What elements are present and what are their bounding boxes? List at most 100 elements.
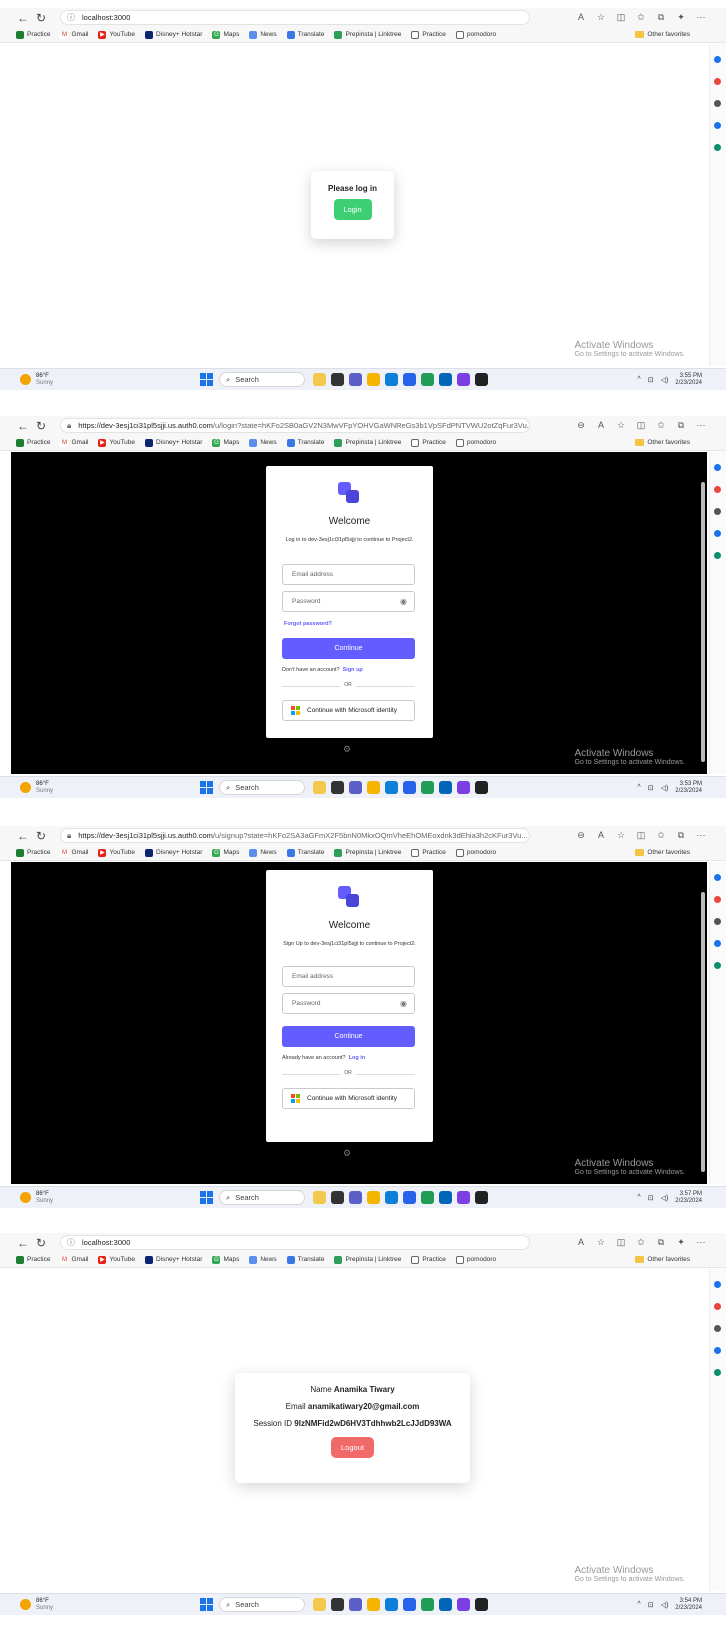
bookmark-item[interactable]: G Maps [212, 30, 239, 39]
eye-icon[interactable]: ◉ [400, 597, 407, 606]
vscode-icon[interactable] [439, 781, 452, 794]
edge-icon[interactable] [385, 373, 398, 386]
forgot-password-link[interactable]: Forgot password? [284, 621, 332, 627]
bookmark-item[interactable]: News [249, 438, 277, 447]
taskbar-search[interactable]: ⌕ Search [219, 372, 305, 387]
back-icon[interactable]: ← [14, 1234, 32, 1252]
favorite-star-icon[interactable]: ☆ [614, 830, 628, 841]
clock[interactable]: 3:57 PM 2/23/2024 [675, 1191, 702, 1205]
url-input[interactable]: ⓘ localhost:3000 [60, 10, 530, 25]
app-icon[interactable] [421, 373, 434, 386]
weather-widget[interactable]: 86°F Sunny [20, 1598, 140, 1612]
sidebar-icon[interactable] [714, 1325, 721, 1332]
bookmark-item[interactable]: Disney+ Hotstar [145, 438, 202, 447]
split-screen-icon[interactable]: ◫ [614, 12, 628, 23]
bookmark-item[interactable]: Practice [16, 848, 50, 857]
taskbar-search[interactable]: ⌕ Search [219, 780, 305, 795]
bookmark-item[interactable]: Prepinsta | Linktree [334, 1255, 401, 1264]
sidebar-icon[interactable] [714, 144, 721, 151]
bookmark-item[interactable]: G Maps [212, 438, 239, 447]
store-icon[interactable] [403, 1191, 416, 1204]
bookmark-item[interactable]: Disney+ Hotstar [145, 30, 202, 39]
sidebar-icon[interactable] [714, 56, 721, 63]
sidebar-icon[interactable] [714, 1303, 721, 1310]
network-icon[interactable]: ⊡ [648, 1601, 654, 1609]
sidebar-icon[interactable] [714, 464, 721, 471]
terminal-icon[interactable] [475, 1191, 488, 1204]
more-icon[interactable]: ⋯ [694, 420, 708, 431]
extensions-icon[interactable]: ✦ [674, 12, 688, 23]
bookmark-item[interactable]: Translate [286, 1255, 324, 1264]
sidebar-icon[interactable] [714, 122, 721, 129]
task-view-icon[interactable] [331, 1191, 344, 1204]
chevron-up-icon[interactable]: ^ [637, 784, 640, 791]
url-input[interactable]: 🔒︎ https://dev-3esj1ci31pl5sjji.us.auth0… [60, 828, 530, 843]
collections-icon[interactable]: ⧉ [674, 830, 688, 841]
sidebar-icon[interactable] [714, 100, 721, 107]
clock[interactable]: 3:53 PM 2/23/2024 [675, 781, 702, 795]
bookmark-item[interactable]: Disney+ Hotstar [145, 848, 202, 857]
start-icon[interactable] [200, 1598, 213, 1611]
volume-icon[interactable]: ◁) [661, 1601, 669, 1609]
bookmark-item[interactable]: ▶ YouTube [98, 438, 135, 447]
widgets-icon[interactable] [313, 781, 326, 794]
sidebar-icon[interactable] [714, 508, 721, 515]
logout-button[interactable]: Logout [331, 1437, 374, 1458]
settings-gear-icon[interactable]: ⚙ [343, 744, 351, 755]
signup-link[interactable]: Sign up [343, 667, 363, 673]
app-icon[interactable] [457, 373, 470, 386]
favorites-icon[interactable]: ✩ [634, 12, 648, 23]
bookmark-item[interactable]: ▶ YouTube [98, 30, 135, 39]
sidebar-icon[interactable] [714, 896, 721, 903]
bookmark-item[interactable]: Prepinsta | Linktree [334, 848, 401, 857]
lock-icon[interactable]: 🔒︎ [67, 421, 71, 431]
file-explorer-icon[interactable] [367, 1598, 380, 1611]
bookmark-item[interactable]: Practice [16, 30, 50, 39]
app-icon[interactable] [421, 1598, 434, 1611]
more-icon[interactable]: ⋯ [694, 12, 708, 23]
other-favorites[interactable]: Other favorites [635, 31, 690, 38]
terminal-icon[interactable] [475, 781, 488, 794]
bookmark-item[interactable]: Disney+ Hotstar [145, 1255, 202, 1264]
eye-icon[interactable]: ◉ [400, 999, 407, 1008]
sidebar-icon[interactable] [714, 530, 721, 537]
refresh-icon[interactable]: ↻ [32, 9, 50, 27]
favorites-icon[interactable]: ✩ [634, 1237, 648, 1248]
volume-icon[interactable]: ◁) [661, 784, 669, 792]
bookmark-item[interactable]: Practice [411, 1255, 446, 1264]
info-icon[interactable]: ⓘ [67, 1237, 75, 1248]
file-explorer-icon[interactable] [367, 781, 380, 794]
bookmark-item[interactable]: Practice [411, 848, 446, 857]
email-field[interactable]: Email address [282, 966, 415, 987]
file-explorer-icon[interactable] [367, 1191, 380, 1204]
more-icon[interactable]: ⋯ [694, 830, 708, 841]
refresh-icon[interactable]: ↻ [32, 827, 50, 845]
vscode-icon[interactable] [439, 373, 452, 386]
terminal-icon[interactable] [475, 1598, 488, 1611]
app-icon[interactable] [457, 1598, 470, 1611]
sidebar-icon[interactable] [714, 874, 721, 881]
chevron-up-icon[interactable]: ^ [637, 1601, 640, 1608]
bookmark-item[interactable]: G Maps [212, 1255, 239, 1264]
bookmark-item[interactable]: News [249, 1255, 277, 1264]
extensions-icon[interactable]: ✦ [674, 1237, 688, 1248]
bookmark-item[interactable]: Prepinsta | Linktree [334, 30, 401, 39]
bookmark-item[interactable]: pomodoro [455, 1255, 496, 1264]
login-link[interactable]: Log in [349, 1055, 366, 1061]
bookmark-item[interactable]: M Gmail [60, 1255, 88, 1264]
scrollbar[interactable] [701, 482, 705, 762]
sidebar-icon[interactable] [714, 962, 721, 969]
collections-icon[interactable]: ⧉ [654, 1237, 668, 1248]
bookmark-item[interactable]: Practice [411, 30, 446, 39]
store-icon[interactable] [403, 373, 416, 386]
vscode-icon[interactable] [439, 1598, 452, 1611]
email-field[interactable]: Email address [282, 564, 415, 585]
bookmark-item[interactable]: Translate [286, 848, 324, 857]
task-view-icon[interactable] [331, 1598, 344, 1611]
favorite-star-icon[interactable]: ☆ [614, 420, 628, 431]
sidebar-icon[interactable] [714, 918, 721, 925]
other-favorites[interactable]: Other favorites [635, 439, 690, 446]
zoom-icon[interactable]: ⊖ [574, 420, 588, 431]
favorites-icon[interactable]: ✩ [654, 420, 668, 431]
weather-widget[interactable]: 86°F Sunny [20, 1191, 140, 1205]
